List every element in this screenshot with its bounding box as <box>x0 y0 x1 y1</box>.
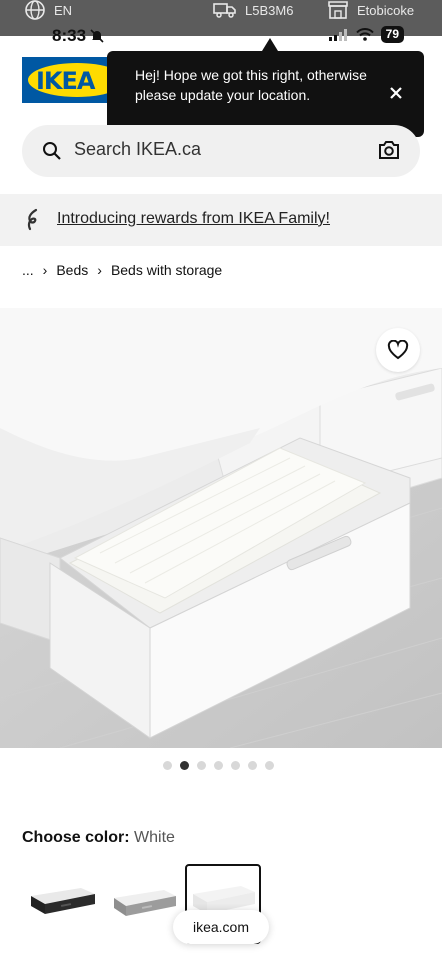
tooltip-arrow <box>262 38 278 51</box>
chevron-right-icon: › <box>42 262 48 278</box>
status-indicators: 79 <box>328 26 404 43</box>
search-input[interactable]: Search IKEA.ca <box>74 139 201 160</box>
logo-text: IKEA <box>36 67 95 95</box>
postal-code-label: L5B3M6 <box>245 2 294 18</box>
camera-icon[interactable] <box>378 140 400 160</box>
breadcrumb-beds-with-storage[interactable]: Beds with storage <box>111 262 222 278</box>
globe-icon <box>25 0 45 20</box>
wifi-icon <box>355 28 374 41</box>
wishlist-button[interactable] <box>376 328 420 372</box>
carousel-dot[interactable] <box>180 761 189 770</box>
language-selector[interactable]: EN <box>24 0 72 20</box>
url-text: ikea.com <box>192 919 250 935</box>
color-swatch-grey[interactable] <box>106 864 182 944</box>
color-label: Choose color: White <box>22 829 175 847</box>
clock: 8:33 <box>52 26 87 45</box>
carousel-dot[interactable] <box>197 761 206 770</box>
breadcrumb-beds[interactable]: Beds <box>56 262 88 278</box>
product-image[interactable] <box>0 308 442 748</box>
chevron-right-icon: › <box>97 262 102 278</box>
status-time: 8:33 <box>52 26 104 46</box>
tooltip-close-button[interactable] <box>386 83 406 103</box>
carousel-dot[interactable] <box>265 761 274 770</box>
carousel-dot[interactable] <box>231 761 240 770</box>
promo-link[interactable]: Introducing rewards from IKEA Family! <box>57 210 330 228</box>
promo-banner: Introducing rewards from IKEA Family! <box>0 194 442 246</box>
carousel-dot[interactable] <box>248 761 257 770</box>
grey-bed-thumbnail <box>114 890 176 916</box>
store-label: Etobicoke <box>357 2 415 18</box>
battery-indicator: 79 <box>380 26 404 43</box>
color-swatch-black[interactable] <box>25 864 101 944</box>
search-bar[interactable]: Search IKEA.ca <box>22 125 420 177</box>
store-selector[interactable]: Etobicoke <box>327 0 414 20</box>
color-label-title: Choose color: <box>22 829 130 846</box>
search-icon <box>43 142 61 160</box>
family-card-icon <box>27 208 38 231</box>
browser-url-pill[interactable]: ikea.com <box>173 910 269 944</box>
black-bed-thumbnail <box>31 888 95 914</box>
signal-icon <box>328 28 347 41</box>
carousel-dots <box>163 761 274 770</box>
store-icon <box>328 1 348 19</box>
breadcrumb: ... › Beds › Beds with storage <box>22 262 222 278</box>
heart-icon <box>387 340 409 360</box>
close-icon <box>390 87 402 99</box>
language-label: EN <box>54 2 73 18</box>
carousel-dot[interactable] <box>163 761 172 770</box>
tooltip-message: Hej! Hope we got this right, otherwise p… <box>135 67 367 103</box>
color-value: White <box>134 829 175 846</box>
truck-icon <box>213 3 236 18</box>
breadcrumb-ellipsis[interactable]: ... <box>22 262 34 278</box>
delivery-postal-code[interactable]: L5B3M6 <box>213 0 293 20</box>
bed-drawer-photo <box>0 308 442 748</box>
bell-muted-icon <box>90 29 104 43</box>
carousel-dot[interactable] <box>214 761 223 770</box>
